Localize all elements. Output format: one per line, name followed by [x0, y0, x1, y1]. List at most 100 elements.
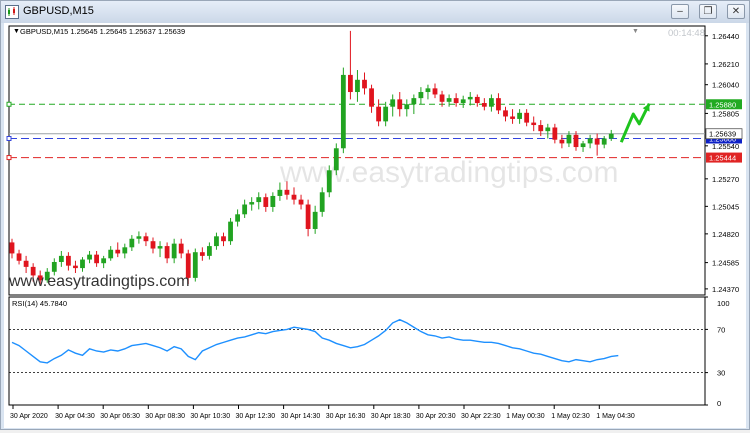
price-tag-text: 1.25444: [709, 154, 736, 163]
rsi-tick-label: 100: [717, 299, 730, 308]
candle-body: [517, 112, 522, 119]
candle-body: [467, 96, 473, 100]
time-tick-label: 30 Apr 20:30: [416, 413, 456, 420]
candle-body: [143, 236, 149, 242]
level-handle-entry[interactable]: [6, 135, 12, 141]
restore-button[interactable]: ❐: [699, 4, 717, 19]
candle-body: [362, 79, 367, 89]
candle-body: [503, 110, 508, 117]
candle-body: [594, 138, 600, 145]
candle-body: [545, 127, 551, 132]
candle-body: [376, 106, 381, 122]
time-tick-label: 1 May 04:30: [596, 413, 635, 420]
price-tag-text: 1.25639: [709, 130, 736, 139]
candle-body: [404, 104, 410, 110]
price-tag-take-profit: 1.25880: [706, 99, 742, 110]
candle-body: [573, 134, 579, 148]
candle-body: [192, 252, 198, 278]
price-tick-label: 1.25270: [712, 175, 739, 184]
candle-body: [101, 258, 107, 264]
time-tick-label: 30 Apr 10:30: [190, 413, 230, 420]
candle-body: [496, 98, 501, 111]
candle-body: [411, 98, 417, 105]
time-tick-label: 30 Apr 12:30: [236, 413, 276, 420]
candle-body: [136, 236, 142, 239]
time-tick-label: 1 May 02:30: [551, 413, 590, 420]
candle-body: [228, 221, 233, 242]
candle-body: [446, 98, 452, 102]
candle: [228, 217, 233, 245]
candle-body: [122, 247, 128, 254]
price-tag-current: 1.25639: [705, 128, 743, 140]
candle-body: [164, 246, 170, 259]
level-handle-stop-loss[interactable]: [6, 155, 12, 161]
site-watermark: www.easytradingtips.com: [8, 273, 190, 290]
candle-body: [481, 103, 487, 107]
close-button[interactable]: ✕: [727, 4, 745, 19]
bar-countdown-timer: 00:14:48: [668, 28, 705, 39]
candle-body: [150, 241, 156, 249]
candle-body: [369, 88, 374, 107]
time-tick-label: 30 Apr 16:30: [326, 413, 366, 420]
candle-body: [333, 148, 339, 171]
candle-body: [51, 261, 57, 272]
candle-body: [66, 255, 71, 266]
time-tick-label: 30 Apr 04:30: [55, 413, 95, 420]
candle-body: [284, 189, 290, 195]
time-tick-label: 30 Apr 08:30: [145, 413, 185, 420]
candle-body: [87, 254, 92, 260]
window-title: GBPUSD,M15: [23, 5, 94, 17]
chart-header-label: GBPUSD,M15 1.25645 1.25645 1.25637 1.256…: [20, 27, 185, 36]
candle-body: [171, 243, 177, 259]
shift-marker-icon[interactable]: ▼: [632, 28, 639, 35]
candle-body: [340, 74, 346, 149]
candle-body: [58, 255, 64, 262]
candle-body: [383, 106, 389, 122]
candle-body: [460, 99, 466, 104]
candle-body: [531, 122, 537, 126]
candle-body: [312, 211, 318, 229]
time-tick-label: 30 Apr 18:30: [371, 413, 411, 420]
price-tag-text: 1.25880: [709, 100, 736, 109]
price-tag-stop-loss: 1.25444: [706, 152, 742, 163]
price-tick-label: 1.26040: [712, 81, 739, 90]
candle-body: [199, 252, 205, 256]
price-chart[interactable]: ▼ GBPUSD,M15 1.25645 1.25645 1.25637 1.2…: [4, 23, 746, 428]
candle-body: [115, 249, 121, 254]
candle-body: [80, 259, 85, 269]
candle-body: [510, 116, 515, 119]
minimize-button[interactable]: –: [671, 4, 689, 19]
candle-body: [608, 133, 614, 139]
time-tick-label: 30 Apr 2020: [10, 413, 48, 420]
rsi-label: RSI(14) 45.7840: [12, 299, 67, 308]
candle-body: [207, 246, 212, 256]
price-tick-label: 1.24370: [712, 285, 739, 294]
candle-body: [73, 265, 78, 269]
candle-body: [397, 99, 403, 110]
chart-area[interactable]: ▼ GBPUSD,M15 1.25645 1.25645 1.25637 1.2…: [4, 23, 746, 428]
level-handle-take-profit[interactable]: [6, 101, 12, 107]
candle-body: [214, 236, 219, 247]
candle-body: [221, 236, 226, 242]
candle-body: [270, 195, 276, 207]
terminal-chart-window: GBPUSD,M15 – ❐ ✕ ▼ GBPUSD,M15 1.25645 1.…: [0, 0, 750, 430]
candle-body: [94, 254, 99, 264]
candle-body: [108, 249, 114, 259]
window-titlebar[interactable]: GBPUSD,M15 – ❐ ✕: [1, 1, 749, 23]
candle-body: [538, 125, 544, 132]
candle-body: [390, 99, 396, 107]
price-tick-label: 1.24820: [712, 230, 739, 239]
candle-body: [432, 88, 438, 95]
candle-body: [601, 138, 607, 145]
candle: [192, 248, 198, 282]
time-tick-label: 30 Apr 14:30: [281, 413, 321, 420]
price-tick-label: 1.24585: [712, 259, 739, 268]
candle-body: [277, 189, 283, 196]
candle-body: [425, 88, 431, 93]
time-tick-label: 30 Apr 06:30: [100, 413, 140, 420]
symbol-marker-icon: ▼: [13, 28, 20, 35]
time-tick-label: 1 May 00:30: [506, 413, 545, 420]
candle-body: [23, 260, 29, 267]
candle-body: [249, 202, 255, 205]
candle-body: [291, 194, 297, 200]
